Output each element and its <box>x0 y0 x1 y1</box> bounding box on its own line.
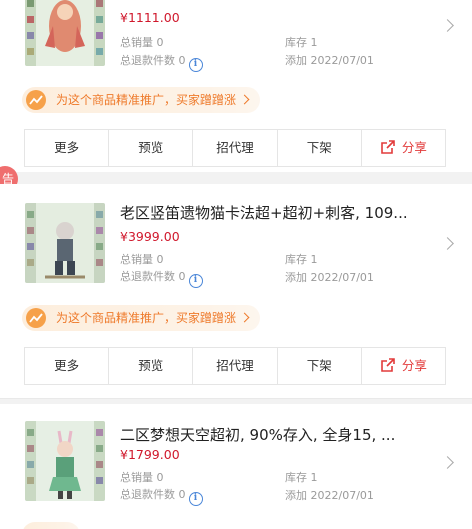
promo-banner[interactable]: 为这个商品精准推广，买家蹭蹭涨 <box>22 305 261 331</box>
recruit-agent-button[interactable]: 招代理 <box>193 130 278 166</box>
total-refunds: 总退款件数 0 <box>120 270 186 283</box>
preview-button[interactable]: 预览 <box>109 348 194 384</box>
promo-text: 为这个商品精准推广，买家蹭蹭涨 <box>56 93 237 107</box>
more-button[interactable]: 更多 <box>25 130 110 166</box>
share-label: 分享 <box>401 140 427 155</box>
total-refunds-row: 总退款件数 0i <box>120 486 203 506</box>
chevron-right-icon <box>239 94 250 105</box>
action-bar: 更多 预览 招代理 下架 分享 <box>24 347 446 385</box>
divider <box>0 398 472 399</box>
delist-button[interactable]: 下架 <box>278 348 362 384</box>
preview-button[interactable]: 预览 <box>109 130 194 166</box>
total-refunds: 总退款件数 0 <box>120 488 186 501</box>
chevron-right-icon[interactable] <box>441 456 454 469</box>
promo-banner[interactable]: 为这个商品精准推广，买家蹭蹭涨 <box>22 87 261 113</box>
share-button[interactable]: 分享 <box>362 130 445 166</box>
product-card[interactable]: 二区梦想天空超初, 90%存入, 全身15, ... ¥1799.00 总销量 … <box>0 404 472 529</box>
total-sales: 总销量 0 <box>120 253 164 266</box>
chevron-right-icon <box>239 312 250 323</box>
share-label: 分享 <box>401 358 427 373</box>
chevron-right-icon[interactable] <box>441 19 454 32</box>
product-thumbnail[interactable] <box>25 421 105 501</box>
product-thumbnail[interactable] <box>25 203 105 283</box>
info-icon[interactable]: i <box>188 492 203 506</box>
product-price: ¥1111.00 <box>120 10 180 25</box>
total-refunds-row: 总退款件数 0i <box>120 52 203 72</box>
chevron-right-icon[interactable] <box>441 237 454 250</box>
info-icon[interactable]: i <box>188 58 203 72</box>
total-sales: 总销量 0 <box>120 471 164 484</box>
product-price: ¥3999.00 <box>120 229 180 244</box>
delist-button[interactable]: 下架 <box>278 130 362 166</box>
action-bar: 更多 预览 招代理 下架 分享 <box>24 129 446 167</box>
trend-icon <box>26 308 46 328</box>
stock: 库存 1 <box>285 471 318 484</box>
stock: 库存 1 <box>285 36 318 49</box>
trend-icon <box>26 90 46 110</box>
added-date: 添加 2022/07/01 <box>285 489 374 502</box>
added-date: 添加 2022/07/01 <box>285 271 374 284</box>
product-card[interactable]: ¥1111.00 总销量 0 库存 1 总退款件数 0i 添加 2022/07/… <box>0 0 472 172</box>
product-card[interactable]: 老区竖笛遗物猫卡法超+超初+刺客, 109... ¥3999.00 总销量 0 … <box>0 184 472 398</box>
product-list: ¥1111.00 总销量 0 库存 1 总退款件数 0i 添加 2022/07/… <box>0 0 472 529</box>
product-title[interactable]: 老区竖笛遗物猫卡法超+超初+刺客, 109... <box>120 202 445 223</box>
total-sales: 总销量 0 <box>120 36 164 49</box>
added-date: 添加 2022/07/01 <box>285 54 374 67</box>
recruit-agent-button[interactable]: 招代理 <box>193 348 278 384</box>
share-icon <box>381 140 395 154</box>
info-icon[interactable]: i <box>188 274 203 288</box>
product-price: ¥1799.00 <box>120 447 180 462</box>
share-button[interactable]: 分享 <box>362 348 445 384</box>
product-thumbnail[interactable] <box>25 0 105 66</box>
product-title[interactable]: 二区梦想天空超初, 90%存入, 全身15, ... <box>120 424 445 445</box>
stock: 库存 1 <box>285 253 318 266</box>
more-button[interactable]: 更多 <box>25 348 110 384</box>
promo-text: 为这个商品精准推广，买家蹭蹭涨 <box>56 311 237 325</box>
promo-banner[interactable] <box>22 522 80 529</box>
share-icon <box>381 358 395 372</box>
total-refunds-row: 总退款件数 0i <box>120 268 203 288</box>
total-refunds: 总退款件数 0 <box>120 54 186 67</box>
